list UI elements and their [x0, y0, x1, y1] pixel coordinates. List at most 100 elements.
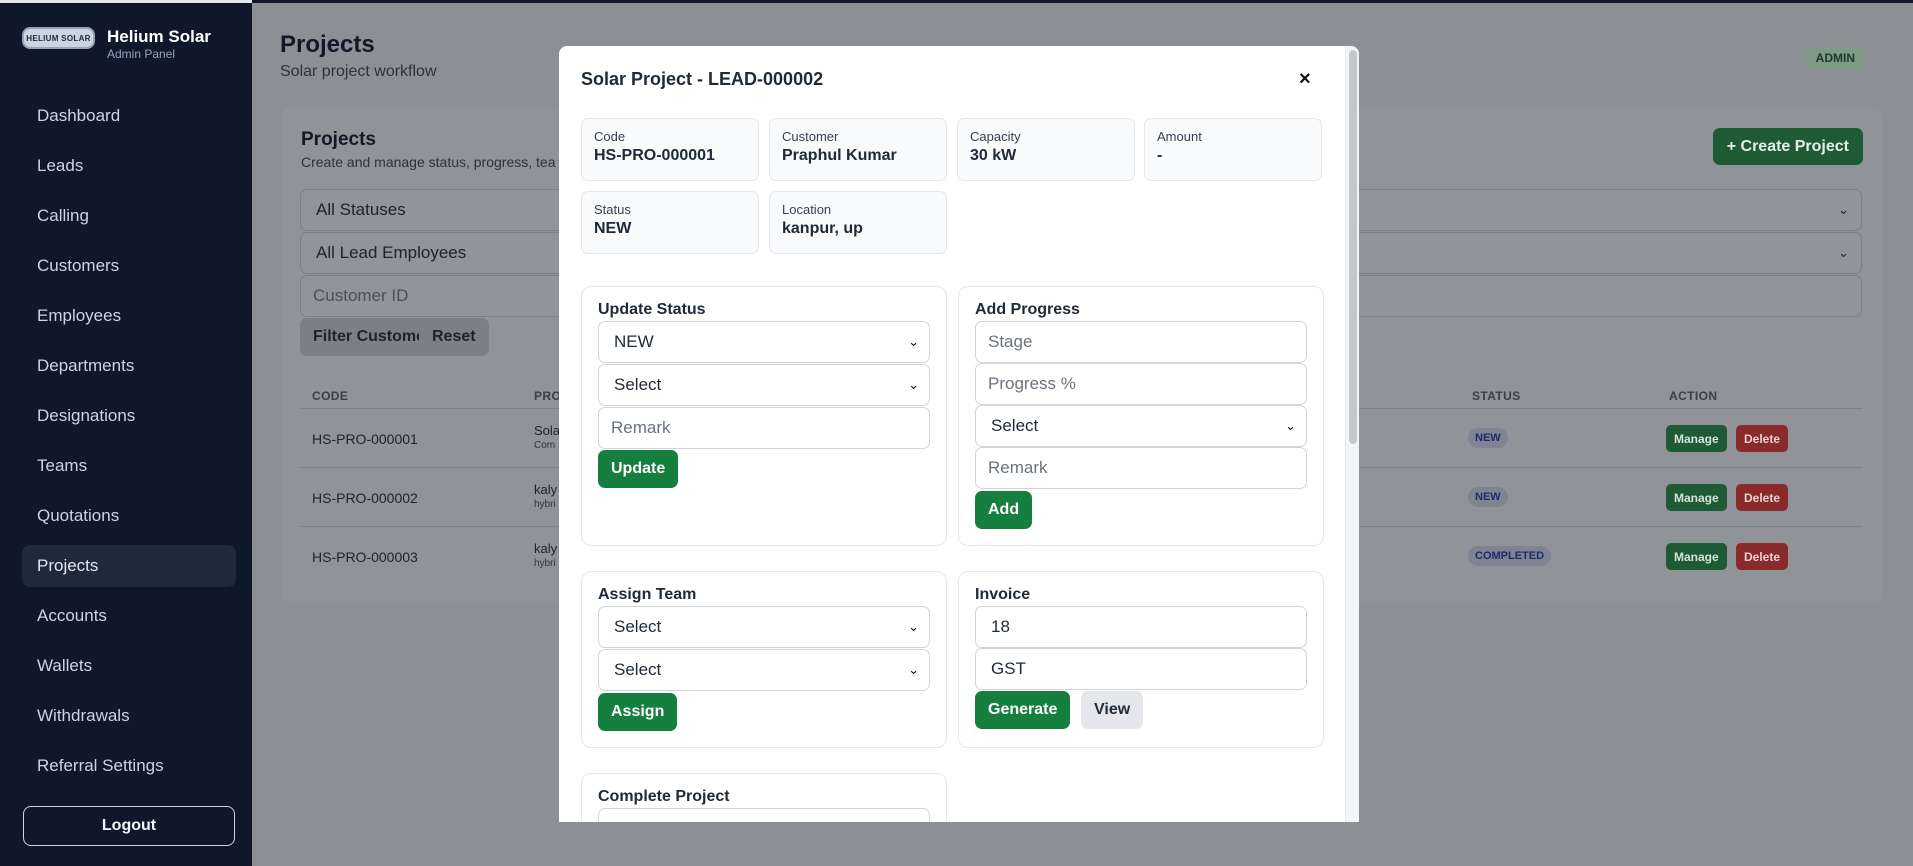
row-code: HS-PRO-000003 [312, 549, 418, 565]
status-reason-select[interactable]: Select ⌄ [598, 364, 930, 406]
delete-button[interactable]: Delete [1736, 543, 1789, 570]
nav-item-referral-settings[interactable]: Referral Settings [22, 745, 236, 787]
row-code: HS-PRO-000002 [312, 490, 418, 506]
nav-item-calling[interactable]: Calling [22, 195, 236, 237]
assign-button[interactable]: Assign [598, 693, 678, 731]
info-customer: Customer Praphul Kumar [769, 118, 947, 181]
info-code: Code HS-PRO-000001 [581, 118, 759, 181]
complete-project-panel: Complete Project [581, 773, 947, 822]
nav-item-customers[interactable]: Customers [22, 245, 236, 287]
chevron-down-icon: ⌄ [908, 334, 919, 349]
nav-item-teams[interactable]: Teams [22, 445, 236, 487]
row-project-sub: Com [534, 440, 556, 451]
nav-item-withdrawals[interactable]: Withdrawals [22, 695, 236, 737]
close-icon[interactable]: × [1299, 68, 1311, 91]
stage-input[interactable]: Stage [975, 321, 1307, 363]
info-amount-value: - [1157, 147, 1163, 164]
team-select-2-value: Select [614, 660, 662, 679]
status-reason-value: Select [614, 375, 662, 394]
nav-item-wallets[interactable]: Wallets [22, 645, 236, 687]
status-badge: NEW [1468, 428, 1508, 448]
invoice-tax-input[interactable]: GST [975, 648, 1307, 690]
manage-button[interactable]: Manage [1666, 543, 1727, 570]
card-title: Projects [301, 129, 376, 150]
progress-input[interactable]: Progress % [975, 363, 1307, 405]
info-code-value: HS-PRO-000001 [594, 147, 715, 164]
info-status: Status NEW [581, 191, 759, 254]
row-project-sub: hybri [534, 558, 556, 569]
chevron-down-icon: ⌄ [908, 662, 919, 677]
progress-select[interactable]: Select ⌄ [975, 405, 1307, 447]
modal-title: Solar Project - LEAD-000002 [581, 69, 824, 89]
status-select-value: NEW [614, 332, 654, 351]
project-modal: Solar Project - LEAD-000002 × Code HS-PR… [559, 46, 1359, 822]
view-invoice-button[interactable]: View [1081, 691, 1144, 729]
status-select[interactable]: NEW ⌄ [598, 321, 930, 363]
assign-team-title: Assign Team [598, 586, 697, 603]
info-customer-value: Praphul Kumar [782, 147, 897, 164]
chevron-down-icon: ⌄ [908, 377, 919, 392]
nav-item-dashboard[interactable]: Dashboard [22, 95, 236, 137]
complete-project-field[interactable] [598, 808, 930, 822]
status-remark-placeholder: Remark [611, 418, 671, 437]
brand: HELIUM SOLAR Helium Solar Admin Panel [22, 27, 211, 62]
nav-item-employees[interactable]: Employees [22, 295, 236, 337]
create-project-button[interactable]: + Create Project [1712, 128, 1863, 165]
customer-id-placeholder: Customer ID [313, 286, 409, 305]
info-capacity: Capacity 30 kW [957, 118, 1135, 181]
info-location-label: Location [782, 202, 832, 217]
logout-button[interactable]: Logout [23, 806, 235, 846]
page-subtitle: Solar project workflow [280, 63, 437, 80]
chevron-down-icon: ⌄ [1838, 245, 1849, 260]
chevron-down-icon: ⌄ [1838, 202, 1849, 217]
delete-button[interactable]: Delete [1736, 484, 1789, 511]
invoice-panel: Invoice 18 GST Generate View [958, 571, 1324, 748]
employee-filter-value: All Lead Employees [316, 243, 467, 262]
info-amount-label: Amount [1157, 129, 1202, 144]
row-project: kaly [534, 541, 558, 556]
nav-item-leads[interactable]: Leads [22, 145, 236, 187]
role-badge: ADMIN [1805, 47, 1865, 69]
nav-item-quotations[interactable]: Quotations [22, 495, 236, 537]
add-progress-title: Add Progress [975, 301, 1080, 318]
team-select-1-value: Select [614, 617, 662, 636]
nav-item-designations[interactable]: Designations [22, 395, 236, 437]
progress-placeholder: Progress % [988, 374, 1076, 393]
progress-remark-placeholder: Remark [988, 458, 1048, 477]
info-location: Location kanpur, up [769, 191, 947, 254]
team-select-2[interactable]: Select ⌄ [598, 649, 930, 691]
row-project-sub: hybri [534, 499, 556, 510]
info-customer-label: Customer [782, 129, 839, 144]
delete-button[interactable]: Delete [1736, 425, 1789, 452]
nav-item-accounts[interactable]: Accounts [22, 595, 236, 637]
invoice-rate-value: 18 [991, 617, 1010, 636]
add-progress-button[interactable]: Add [975, 491, 1033, 529]
manage-button[interactable]: Manage [1666, 425, 1727, 452]
column-header-code: CODE [312, 389, 349, 403]
invoice-rate-input[interactable]: 18 [975, 606, 1307, 648]
nav-item-projects[interactable]: Projects [22, 545, 236, 587]
info-capacity-label: Capacity [970, 129, 1021, 144]
status-filter-value: All Statuses [316, 200, 406, 219]
info-location-value: kanpur, up [782, 220, 863, 237]
progress-remark-input[interactable]: Remark [975, 447, 1307, 489]
info-status-label: Status [594, 202, 631, 217]
generate-invoice-button[interactable]: Generate [975, 691, 1071, 729]
nav-item-departments[interactable]: Departments [22, 345, 236, 387]
scrollbar-thumb[interactable] [1349, 50, 1357, 444]
column-header-action: ACTION [1669, 389, 1718, 403]
page-title: Projects [280, 31, 375, 58]
sidebar: HELIUM SOLAR Helium Solar Admin Panel Da… [0, 0, 252, 866]
update-status-panel: Update Status NEW ⌄ Select ⌄ Remark Upda… [581, 286, 947, 546]
status-badge: COMPLETED [1468, 546, 1552, 566]
brand-subtitle: Admin Panel [107, 47, 176, 61]
update-button[interactable]: Update [598, 450, 679, 488]
manage-button[interactable]: Manage [1666, 484, 1727, 511]
reset-button[interactable]: Reset [419, 318, 489, 356]
info-status-value: NEW [594, 220, 632, 237]
team-select-1[interactable]: Select ⌄ [598, 606, 930, 648]
modal-scrollbar[interactable] [1345, 46, 1359, 822]
status-remark-input[interactable]: Remark [598, 407, 930, 449]
invoice-title: Invoice [975, 586, 1031, 603]
column-header-project: PRO [534, 389, 562, 403]
